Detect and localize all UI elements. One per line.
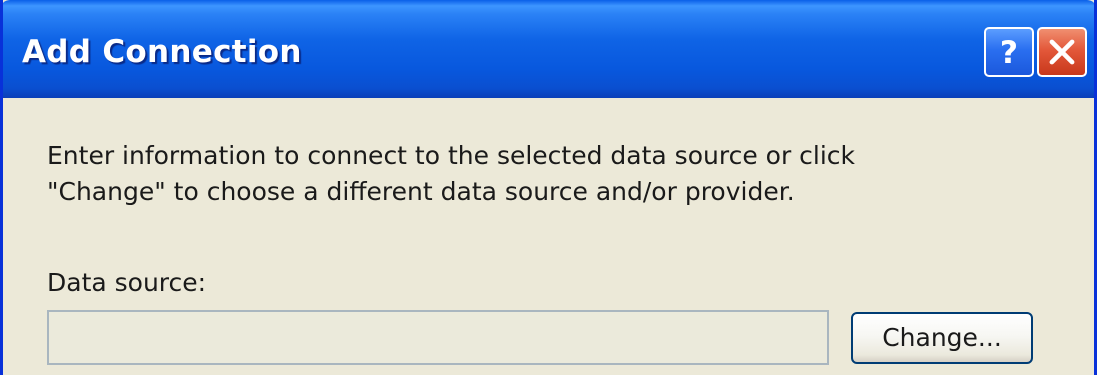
close-button[interactable] xyxy=(1037,27,1087,77)
change-button[interactable]: Change... xyxy=(851,312,1033,364)
instructions-text: Enter information to connect to the sele… xyxy=(47,138,1047,210)
window-title: Add Connection xyxy=(22,34,302,70)
close-x-icon xyxy=(1049,39,1075,65)
instructions-line-2: "Change" to choose a different data sour… xyxy=(47,177,795,206)
question-mark-icon: ? xyxy=(1000,35,1018,71)
instructions-line-1: Enter information to connect to the sele… xyxy=(47,141,856,170)
data-source-label: Data source: xyxy=(47,268,207,297)
help-button[interactable]: ? xyxy=(984,27,1034,77)
title-bar[interactable]: Add Connection ? xyxy=(3,0,1094,98)
data-source-field[interactable] xyxy=(47,310,829,365)
add-connection-dialog: Add Connection ? Enter information to co… xyxy=(0,0,1097,375)
dialog-body: Enter information to connect to the sele… xyxy=(3,98,1094,375)
svg-text:?: ? xyxy=(1000,35,1018,71)
